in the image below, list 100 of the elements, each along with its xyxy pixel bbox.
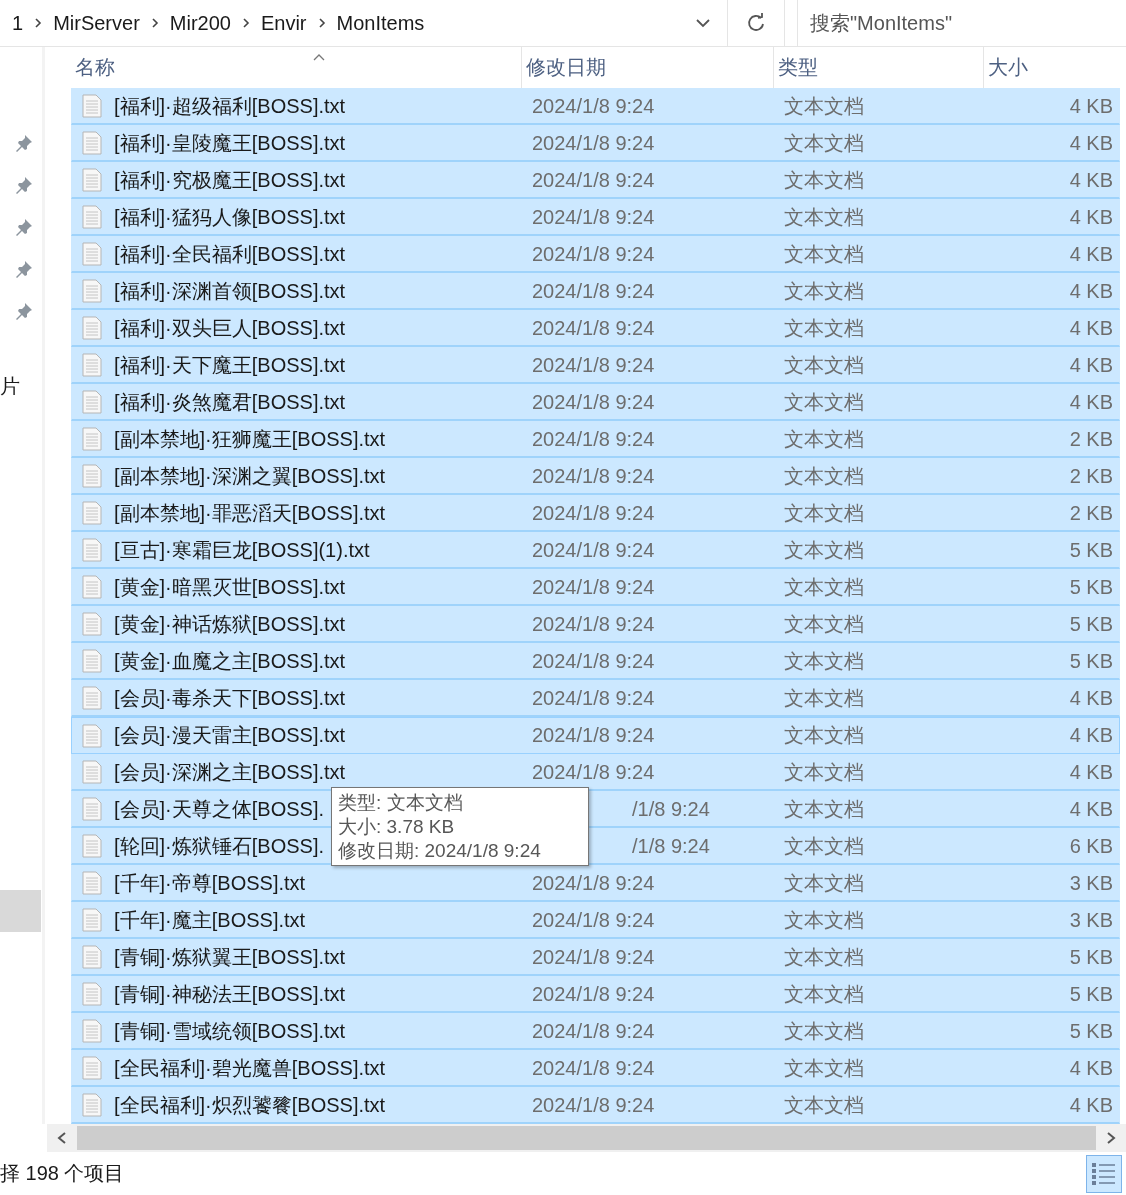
breadcrumb-item[interactable]: Envir <box>260 11 307 35</box>
file-size: 2 KB <box>1069 427 1113 451</box>
chevron-icon <box>316 17 327 29</box>
file-name: [会员]·漫天雷主[BOSS].txt <box>114 723 346 748</box>
text-file-icon <box>82 834 102 858</box>
scrollbar-thumb[interactable] <box>77 1126 1096 1150</box>
file-row[interactable]: [福利]·超级福利[BOSS].txt 2024/1/8 9:24 文本文档 4 KB <box>71 88 1120 125</box>
file-type: 文本文档 <box>784 574 864 600</box>
modified-date: /1/8 9:24 <box>632 797 710 821</box>
file-name: [福利]·天下魔王[BOSS].txt <box>114 352 346 378</box>
file-size: 4 KB <box>1069 242 1113 266</box>
modified-date: 2024/1/8 9:24 <box>532 575 655 599</box>
tooltip-line: 修改日期: 2024/1/8 9:24 <box>338 839 542 862</box>
modified-date: 2024/1/8 9:24 <box>532 390 655 414</box>
file-row[interactable]: [全民福利]·碧光魔兽[BOSS].txt 2024/1/8 9:24 文本文档 4 KB <box>71 1050 1120 1087</box>
pin-icon[interactable] <box>14 133 34 153</box>
refresh-icon[interactable] <box>746 13 766 33</box>
modified-date: 2024/1/8 9:24 <box>532 1056 655 1080</box>
file-type: 文本文档 <box>784 315 864 341</box>
details-view-button[interactable] <box>1086 1154 1122 1193</box>
file-row[interactable]: [青铜]·神秘法王[BOSS].txt 2024/1/8 9:24 文本文档 5 KB <box>71 976 1120 1013</box>
file-name: [会员]·深渊之主[BOSS].txt <box>114 759 346 785</box>
file-type: 文本文档 <box>784 241 864 267</box>
file-name: [会员]·天尊之体[BOSS]. <box>114 796 325 822</box>
file-name: [副本禁地]·罪恶滔天[BOSS].txt <box>114 500 386 526</box>
file-row[interactable]: [福利]·究极魔王[BOSS].txt 2024/1/8 9:24 文本文档 4 KB <box>71 162 1120 199</box>
file-row[interactable]: [黄金]·神话炼狱[BOSS].txt 2024/1/8 9:24 文本文档 5 KB <box>71 606 1120 643</box>
file-row[interactable]: [会员]·毒杀天下[BOSS].txt 2024/1/8 9:24 文本文档 4 KB <box>71 680 1120 717</box>
file-row[interactable]: [会员]·深渊之主[BOSS].txt 2024/1/8 9:24 文本文档 4 KB <box>71 754 1120 791</box>
file-type: 文本文档 <box>784 723 864 748</box>
file-type: 文本文档 <box>784 1055 864 1081</box>
file-type: 文本文档 <box>784 685 864 711</box>
file-name: [黄金]·暗黑灭世[BOSS].txt <box>114 574 346 600</box>
file-size: 4 KB <box>1069 760 1113 784</box>
text-file-icon <box>82 353 102 377</box>
dropdown-caret-icon[interactable] <box>695 18 711 28</box>
file-row[interactable]: [福利]·皇陵魔王[BOSS].txt 2024/1/8 9:24 文本文档 4 KB <box>71 125 1120 162</box>
file-row[interactable]: [福利]·双头巨人[BOSS].txt 2024/1/8 9:24 文本文档 4 KB <box>71 310 1120 347</box>
text-file-icon <box>82 797 102 821</box>
file-row[interactable]: [会员]·漫天雷主[BOSS].txt 2024/1/8 9:24 文本文档 4 KB <box>71 717 1120 754</box>
pin-icon[interactable] <box>14 301 34 321</box>
file-size: 5 KB <box>1069 982 1113 1006</box>
text-file-icon <box>82 316 102 340</box>
pin-icon[interactable] <box>14 217 34 237</box>
text-file-icon <box>82 279 102 303</box>
file-name: [全民福利]·碧光魔兽[BOSS].txt <box>114 1055 386 1081</box>
file-row[interactable]: [黄金]·暗黑灭世[BOSS].txt 2024/1/8 9:24 文本文档 5 KB <box>71 569 1120 606</box>
file-row[interactable]: [福利]·全民福利[BOSS].txt 2024/1/8 9:24 文本文档 4 KB <box>71 236 1120 273</box>
file-row[interactable]: [副本禁地]·罪恶滔天[BOSS].txt 2024/1/8 9:24 文本文档 2 KB <box>71 495 1120 532</box>
pin-icon[interactable] <box>14 259 34 279</box>
file-size: 5 KB <box>1069 945 1113 969</box>
breadcrumb-item[interactable]: MirServer <box>53 11 140 35</box>
file-type: 文本文档 <box>784 1018 864 1044</box>
file-size: 4 KB <box>1069 686 1113 710</box>
breadcrumb-item[interactable]: Mir200 <box>169 11 231 35</box>
details-view-icon <box>1091 1161 1117 1186</box>
text-file-icon <box>82 908 102 932</box>
breadcrumb-item[interactable]: 1 <box>12 11 24 35</box>
text-file-icon <box>82 945 102 969</box>
file-row[interactable]: [黄金]·血魔之主[BOSS].txt 2024/1/8 9:24 文本文档 5 KB <box>71 643 1120 680</box>
modified-date: 2024/1/8 9:24 <box>532 242 655 266</box>
file-row[interactable]: [全民福利]·炽烈饕餮[BOSS].txt 2024/1/8 9:24 文本文档 4 KB <box>71 1087 1120 1124</box>
file-row[interactable]: [千年]·魔主[BOSS].txt 2024/1/8 9:24 文本文档 3 KB <box>71 902 1120 939</box>
file-name: [福利]·究极魔王[BOSS].txt <box>114 167 346 193</box>
modified-date: 2024/1/8 9:24 <box>532 205 655 229</box>
file-row[interactable]: [福利]·炎煞魔君[BOSS].txt 2024/1/8 9:24 文本文档 4 KB <box>71 384 1120 421</box>
file-size: 3 KB <box>1069 871 1113 895</box>
file-row[interactable]: [青铜]·雪域统领[BOSS].txt 2024/1/8 9:24 文本文档 5 KB <box>71 1013 1120 1050</box>
pin-icon[interactable] <box>14 175 34 195</box>
file-row[interactable]: [青铜]·炼狱翼王[BOSS].txt 2024/1/8 9:24 文本文档 5 KB <box>71 939 1120 976</box>
text-file-icon <box>82 242 102 266</box>
text-file-icon <box>82 501 102 525</box>
file-name: [亘古]·寒霜巨龙[BOSS](1).txt <box>114 537 370 563</box>
file-row[interactable]: [福利]·深渊首领[BOSS].txt 2024/1/8 9:24 文本文档 4 KB <box>71 273 1120 310</box>
status-text: 择 198 个项目 <box>0 1161 125 1186</box>
file-type: 文本文档 <box>784 907 864 933</box>
file-type: 文本文档 <box>784 981 864 1007</box>
file-row[interactable]: [副本禁地]·狂狮魔王[BOSS].txt 2024/1/8 9:24 文本文档 2 KB <box>71 421 1120 458</box>
file-size: 4 KB <box>1069 131 1113 155</box>
file-type: 文本文档 <box>784 352 864 378</box>
breadcrumb-item[interactable]: MonItems <box>336 11 425 35</box>
column-header[interactable]: 名称 <box>71 47 521 88</box>
file-name: [轮回]·炼狱锤石[BOSS]. <box>114 833 325 859</box>
file-row[interactable]: [千年]·帝尊[BOSS].txt 2024/1/8 9:24 文本文档 3 KB <box>71 865 1120 902</box>
file-size: 4 KB <box>1069 353 1113 377</box>
file-row[interactable]: [副本禁地]·深渊之翼[BOSS].txt 2024/1/8 9:24 文本文档 2 KB <box>71 458 1120 495</box>
file-name: [青铜]·神秘法王[BOSS].txt <box>114 981 346 1007</box>
text-file-icon <box>82 612 102 636</box>
text-file-icon <box>82 94 102 118</box>
text-file-icon <box>82 649 102 673</box>
sidebar-item[interactable]: 片 <box>0 373 20 400</box>
modified-date: 2024/1/8 9:24 <box>532 131 655 155</box>
file-type: 文本文档 <box>784 389 864 415</box>
file-row[interactable]: [福利]·天下魔王[BOSS].txt 2024/1/8 9:24 文本文档 4 KB <box>71 347 1120 384</box>
file-size: 4 KB <box>1069 724 1113 747</box>
text-file-icon <box>82 1019 102 1043</box>
file-row[interactable]: [福利]·猛犸人像[BOSS].txt 2024/1/8 9:24 文本文档 4 KB <box>71 199 1120 236</box>
file-name: [福利]·猛犸人像[BOSS].txt <box>114 204 346 230</box>
file-type: 文本文档 <box>784 870 864 896</box>
file-row[interactable]: [亘古]·寒霜巨龙[BOSS](1).txt 2024/1/8 9:24 文本文档 5 KB <box>71 532 1120 569</box>
